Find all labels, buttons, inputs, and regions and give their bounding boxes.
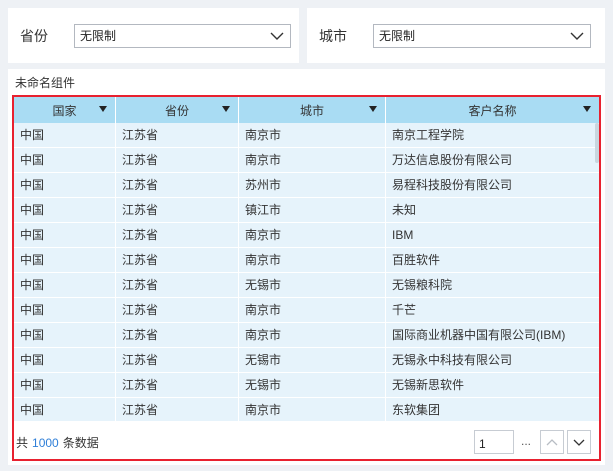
total-prefix: 共 (16, 436, 29, 450)
table-cell: 无锡粮科院 (392, 278, 453, 292)
table-cell: 江苏省 (116, 148, 239, 172)
table-cell: 中国 (14, 248, 116, 272)
table-cell: 无锡市 (239, 373, 386, 397)
chevron-up-icon (546, 435, 558, 449)
table-cell: 百胜软件 (392, 253, 441, 267)
total-count: 共 1000 条数据 (16, 434, 99, 451)
table-cell: 中国 (14, 298, 116, 322)
column-header-customer-name[interactable]: 客户名称 (386, 97, 599, 123)
column-header-province[interactable]: 省份 (116, 97, 239, 123)
filter-label-province: 省份 (20, 27, 48, 44)
prev-page-button[interactable] (540, 430, 564, 454)
column-header-label: 省份 (164, 103, 189, 118)
table-cell: 江苏省 (116, 398, 239, 421)
table-cell: 江苏省 (116, 323, 239, 347)
table-row[interactable]: 中国 江苏省 南京市 IBM (14, 223, 599, 248)
table-cell: 中国 (14, 123, 116, 147)
table-cell: 中国 (14, 373, 116, 397)
table-cell: 中国 (14, 223, 116, 247)
table-row[interactable]: 中国 江苏省 南京市 国际商业机器中国有限公司(IBM) (14, 323, 599, 348)
page-ellipsis: ... (521, 434, 532, 448)
table-cell: 南京市 (239, 323, 386, 347)
table-row[interactable]: 中国 江苏省 无锡市 无锡永中科技有限公司 (14, 348, 599, 373)
total-count-number: 1000 (32, 436, 59, 450)
table-cell: 无锡永中科技有限公司 (392, 353, 513, 367)
table-cell: 苏州市 (239, 173, 386, 197)
table-cell: 南京市 (239, 123, 386, 147)
sort-desc-icon[interactable] (222, 106, 230, 112)
table-row[interactable]: 中国 江苏省 南京市 东软集团 (14, 398, 599, 421)
table-cell: 江苏省 (116, 348, 239, 372)
table-cell: 国际商业机器中国有限公司(IBM) (392, 328, 566, 342)
table-row[interactable]: 中国 江苏省 镇江市 未知 (14, 198, 599, 223)
table-cell: 中国 (14, 348, 116, 372)
table-cell: 中国 (14, 148, 116, 172)
column-header-label: 国家 (52, 103, 77, 118)
next-page-button[interactable] (567, 430, 591, 454)
column-header-city[interactable]: 城市 (239, 97, 386, 123)
chevron-down-icon (570, 32, 584, 40)
table-cell: 江苏省 (116, 173, 239, 197)
table-cell: 东软集团 (392, 403, 441, 417)
city-select[interactable]: 无限制 (373, 23, 591, 48)
filter-panel-province: 省份 无限制 (8, 8, 299, 63)
sort-desc-icon[interactable] (369, 106, 377, 112)
table-row[interactable]: 中国 江苏省 无锡市 无锡新思软件 (14, 373, 599, 398)
table-cell: 江苏省 (116, 373, 239, 397)
table-cell: 江苏省 (116, 248, 239, 272)
column-header-label: 城市 (299, 103, 324, 118)
filter-label-city: 城市 (319, 27, 347, 44)
table-row[interactable]: 中国 江苏省 南京市 千芒 (14, 298, 599, 323)
table-cell: 千芒 (392, 303, 417, 317)
table-header: 国家 省份 城市 客户名称 (14, 97, 599, 123)
filter-panel-city: 城市 无限制 (307, 8, 605, 63)
table-row[interactable]: 中国 江苏省 苏州市 易程科技股份有限公司 (14, 173, 599, 198)
chevron-down-icon (270, 32, 284, 40)
table-cell: 中国 (14, 323, 116, 347)
table-cell: 南京工程学院 (392, 128, 465, 142)
table-cell: 无锡市 (239, 273, 386, 297)
table-row[interactable]: 中国 江苏省 无锡市 无锡粮科院 (14, 273, 599, 298)
column-header-label: 客户名称 (468, 103, 517, 118)
table-row[interactable]: 中国 江苏省 南京市 百胜软件 (14, 248, 599, 273)
page-number-input[interactable] (474, 430, 514, 454)
table-cell: 南京市 (239, 398, 386, 421)
table-cell: 中国 (14, 198, 116, 222)
table-cell: 易程科技股份有限公司 (392, 178, 513, 192)
table-cell: 南京市 (239, 298, 386, 322)
table-cell: 江苏省 (116, 298, 239, 322)
table-cell: 中国 (14, 398, 116, 421)
sort-desc-icon[interactable] (99, 106, 107, 112)
table-cell: 江苏省 (116, 123, 239, 147)
table-frame: 国家 省份 城市 客户名称 中国 江苏省 南京市 南京工程学院 中国 江苏省 南京市 万达信息… (12, 95, 601, 461)
table-cell: 南京市 (239, 148, 386, 172)
table-cell: 南京市 (239, 223, 386, 247)
table-cell: IBM (392, 228, 414, 242)
province-select-value: 无限制 (80, 29, 117, 43)
total-suffix: 条数据 (62, 436, 99, 450)
city-select-value: 无限制 (379, 29, 416, 43)
province-select[interactable]: 无限制 (74, 23, 291, 48)
chevron-down-icon (573, 435, 585, 449)
table-row[interactable]: 中国 江苏省 南京市 万达信息股份有限公司 (14, 148, 599, 173)
widget-title: 未命名组件 (15, 76, 76, 90)
table-cell: 无锡新思软件 (392, 378, 465, 392)
table-cell: 江苏省 (116, 223, 239, 247)
table-cell: 南京市 (239, 248, 386, 272)
table-cell: 未知 (392, 203, 417, 217)
sort-desc-icon[interactable] (583, 106, 591, 112)
table-row[interactable]: 中国 江苏省 南京市 南京工程学院 (14, 123, 599, 148)
vertical-scrollbar[interactable] (595, 123, 599, 163)
table-cell: 中国 (14, 273, 116, 297)
table-cell: 江苏省 (116, 198, 239, 222)
table-widget: 未命名组件 国家 省份 城市 客户名称 中国 江苏省 南京市 南京工程学院 中国 江苏省南… (8, 69, 605, 465)
column-header-country[interactable]: 国家 (14, 97, 116, 123)
table-body: 中国 江苏省 南京市 南京工程学院 中国 江苏省 南京市 万达信息股份有限公司 中国 江苏省 苏州市… (14, 123, 599, 421)
table-cell: 中国 (14, 173, 116, 197)
table-cell: 江苏省 (116, 273, 239, 297)
table-cell: 镇江市 (239, 198, 386, 222)
table-footer: 共1000条数据 ... (14, 421, 599, 459)
table-cell: 万达信息股份有限公司 (392, 153, 513, 167)
table-cell: 无锡市 (239, 348, 386, 372)
